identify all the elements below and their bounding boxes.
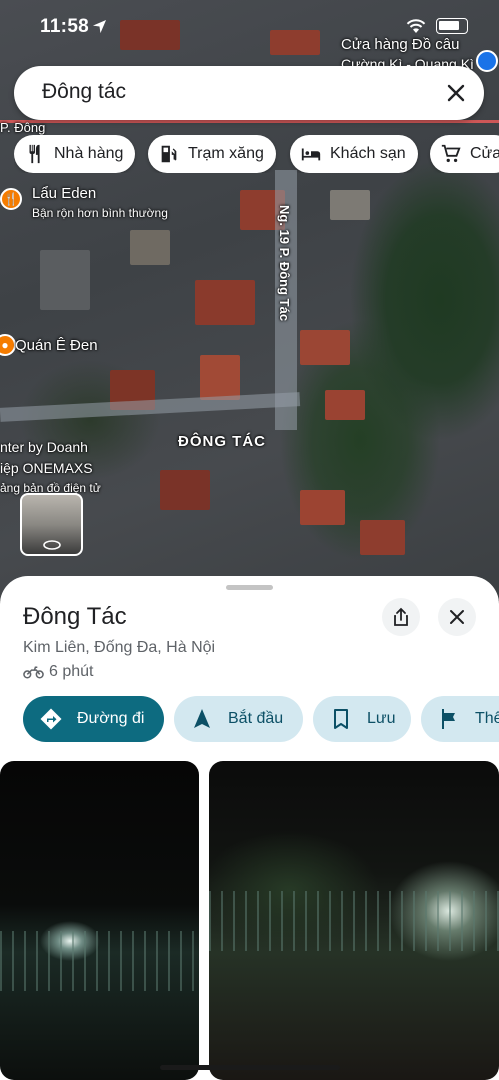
map-building: [330, 190, 370, 220]
restaurant-icon: [29, 144, 40, 164]
poi-label[interactable]: Cửa hàng Đồ câu: [341, 36, 459, 53]
place-photo[interactable]: [209, 761, 499, 1080]
motorbike-icon: [23, 666, 44, 679]
chip-label: Khách sạn: [330, 145, 406, 162]
share-icon: [394, 607, 408, 626]
share-button[interactable]: [382, 598, 420, 636]
area-label: ĐÔNG TÁC: [178, 433, 266, 450]
poi-label[interactable]: Lẩu Eden: [32, 185, 96, 202]
gas-station-icon: [161, 145, 177, 163]
map-building: [300, 490, 345, 525]
travel-time-text: 6 phút: [49, 663, 94, 680]
chip-label: Trạm xăng: [188, 145, 264, 162]
place-photo[interactable]: [0, 761, 199, 1080]
poi-sublabel: Bận rộn hơn bình thường: [32, 206, 168, 220]
chip-label: Nhà hàng: [54, 145, 124, 162]
close-icon: [450, 610, 464, 624]
chip-shopping[interactable]: Cửa: [430, 135, 499, 173]
poi-label[interactable]: Quán Ê Đen: [15, 337, 98, 354]
start-button[interactable]: Bắt đầu: [174, 696, 303, 742]
directions-button[interactable]: Đường đi: [23, 696, 164, 742]
map-building: [360, 520, 405, 555]
action-label: Lưu: [367, 710, 396, 727]
place-address: Kim Liên, Đống Đa, Hà Nội: [23, 639, 216, 656]
map-main-road: [0, 120, 499, 123]
lock-pin-icon[interactable]: [476, 50, 498, 72]
rotate-360-icon: [43, 540, 61, 550]
flag-icon: [442, 709, 455, 729]
wifi-icon: [406, 19, 426, 33]
street-label: Ng. 19 P. Đông Tác: [277, 205, 292, 322]
home-indicator[interactable]: [160, 1065, 340, 1070]
photo-fence: [209, 891, 499, 951]
navigation-arrow-icon: [194, 709, 210, 728]
action-label: Đường đi: [77, 710, 145, 727]
action-buttons: Đường đi Bắt đầu Lưu Thê: [23, 696, 499, 742]
chip-label: Cửa: [470, 145, 499, 162]
shopping-cart-icon: [441, 144, 461, 163]
action-label: Bắt đầu: [228, 710, 284, 727]
travel-time: 6 phút: [23, 663, 93, 681]
chip-restaurants[interactable]: Nhà hàng: [14, 135, 136, 173]
close-icon[interactable]: [442, 79, 470, 107]
add-label-button[interactable]: Thê: [421, 696, 499, 742]
save-button[interactable]: Lưu: [313, 696, 411, 742]
drag-handle[interactable]: [226, 585, 273, 590]
search-input[interactable]: Đông tác: [42, 80, 126, 104]
map-building: [195, 280, 255, 325]
hotel-icon: [301, 148, 321, 161]
chip-gas-stations[interactable]: Trạm xăng: [148, 135, 276, 173]
food-pin-icon[interactable]: ●: [0, 334, 16, 356]
map-building: [325, 390, 365, 420]
action-label: Thê: [475, 710, 499, 727]
chip-hotels[interactable]: Khách sạn: [290, 135, 418, 173]
place-title: Đông Tác: [23, 603, 127, 630]
restaurant-pin-icon[interactable]: 🍴: [0, 188, 22, 210]
photo-fence: [0, 931, 199, 991]
directions-icon: [40, 708, 62, 730]
street-view-thumbnail[interactable]: [20, 493, 83, 556]
map-building: [130, 230, 170, 265]
poi-label[interactable]: iệp ONEMAXS: [0, 460, 93, 476]
street-label: P. Đông: [0, 120, 46, 135]
map-building: [160, 470, 210, 510]
map-building: [200, 355, 240, 400]
search-bar[interactable]: Đông tác: [14, 66, 484, 120]
close-sheet-button[interactable]: [438, 598, 476, 636]
map-building: [300, 330, 350, 365]
bookmark-icon: [334, 709, 348, 729]
map-building: [40, 250, 90, 310]
place-bottom-sheet: Đông Tác Kim Liên, Đống Đa, Hà Nội 6 phú…: [0, 576, 499, 1080]
battery-icon: [436, 18, 468, 34]
category-chips: Nhà hàng Trạm xăng Khách sạn Cửa: [14, 135, 499, 173]
poi-label[interactable]: nter by Doanh: [0, 439, 88, 455]
location-arrow-icon: [92, 19, 107, 34]
map-view[interactable]: 11:58 Cửa hàng Đồ câu Cường Kì - Quang K…: [0, 0, 499, 600]
status-time: 11:58: [40, 16, 90, 37]
